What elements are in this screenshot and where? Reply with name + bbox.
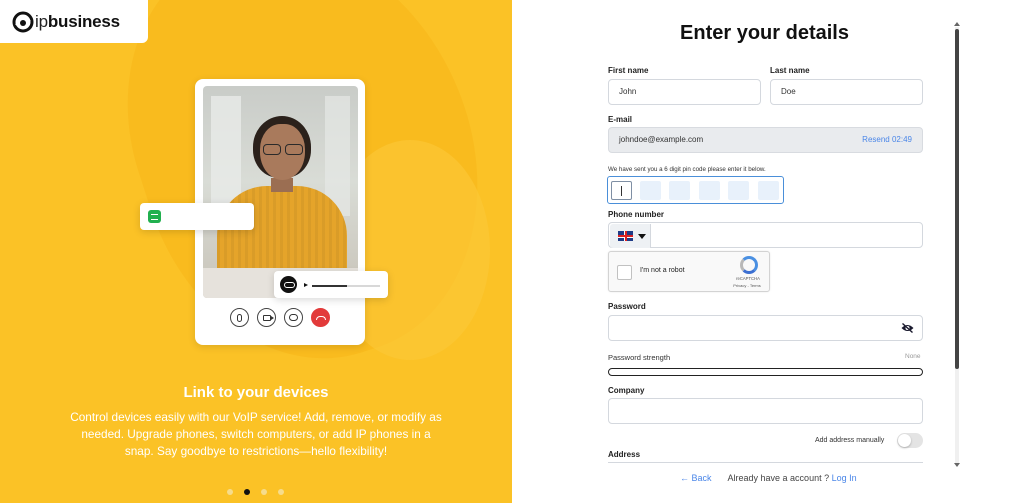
microphone-icon	[230, 308, 249, 327]
first-name-label: First name	[608, 66, 649, 75]
carousel-dot[interactable]	[227, 489, 233, 495]
carousel-dot[interactable]	[261, 489, 267, 495]
first-name-input[interactable]: John	[608, 79, 761, 105]
recaptcha-links[interactable]: Privacy - Terms	[729, 283, 765, 288]
logo-text: ipbusiness	[35, 11, 120, 31]
phone-label: Phone number	[608, 210, 665, 219]
scrollbar-thumb[interactable]	[955, 29, 959, 369]
brand-logo[interactable]: ipbusiness	[0, 0, 148, 43]
add-address-manually-label: Add address manually	[815, 437, 885, 444]
carousel-dot-active[interactable]	[244, 489, 250, 495]
pin-digit-6[interactable]	[758, 181, 779, 200]
carousel-description: Control devices easily with our VoIP ser…	[70, 410, 442, 458]
video-camera-icon	[257, 308, 276, 327]
company-input[interactable]	[608, 398, 923, 424]
scroll-down-icon[interactable]	[954, 463, 960, 467]
password-label: Password	[608, 302, 646, 311]
voicemail-icon	[280, 276, 297, 293]
password-strength-bar	[608, 368, 923, 376]
form-footer: ← Back Already have a account ? Log In	[680, 473, 857, 483]
uk-flag-icon	[618, 231, 633, 241]
back-link[interactable]: ← Back	[680, 473, 712, 483]
email-value: johndoe@example.com	[619, 135, 704, 144]
last-name-label: Last name	[770, 66, 810, 75]
email-field[interactable]: johndoe@example.com Resend 02:49	[608, 127, 923, 153]
logo-mark-icon	[12, 11, 34, 32]
carousel-dot[interactable]	[278, 489, 284, 495]
play-icon	[304, 283, 308, 287]
pin-instruction: We have sent you a 6 digit pin code plea…	[608, 166, 766, 173]
already-account-text: Already have a account ?	[727, 473, 830, 483]
last-name-input[interactable]: Doe	[770, 79, 923, 105]
pin-code-input[interactable]	[607, 176, 784, 204]
chat-bubble-icon	[284, 308, 303, 327]
add-address-manually-toggle[interactable]	[897, 433, 923, 448]
chevron-down-icon	[638, 234, 646, 239]
recaptcha-brand: reCAPTCHA	[736, 276, 760, 281]
company-label: Company	[608, 386, 645, 395]
country-code-dropdown[interactable]	[610, 224, 651, 248]
promo-panel: ipbusiness Link to your devices Control …	[0, 0, 512, 503]
recaptcha-icon	[740, 256, 758, 274]
call-controls	[230, 308, 330, 330]
scroll-up-icon[interactable]	[954, 22, 960, 26]
hang-up-icon	[311, 308, 330, 327]
voicemail-player	[274, 271, 388, 298]
recaptcha-label: I'm not a robot	[640, 267, 685, 274]
form-title: Enter your details	[680, 22, 849, 44]
password-strength-value: None	[905, 353, 921, 360]
eye-slash-icon[interactable]	[901, 323, 914, 333]
pin-digit-2[interactable]	[640, 181, 661, 200]
address-label: Address	[608, 450, 641, 459]
login-link[interactable]: Log In	[832, 473, 857, 483]
carousel-title: Link to your devices	[183, 384, 329, 401]
recaptcha-widget: I'm not a robot reCAPTCHA Privacy - Term…	[608, 251, 770, 292]
recaptcha-checkbox[interactable]	[617, 265, 632, 280]
resend-link[interactable]: Resend 02:49	[862, 128, 912, 152]
audio-progress	[312, 285, 380, 287]
carousel-dots	[227, 489, 284, 495]
pin-digit-4[interactable]	[699, 181, 720, 200]
signup-form-panel: Enter your details First name John Last …	[512, 0, 1024, 503]
phone-input[interactable]	[608, 222, 923, 248]
chat-notification	[140, 203, 254, 230]
password-strength-label: Password strength	[608, 353, 671, 362]
password-input[interactable]	[608, 315, 923, 341]
scrollbar[interactable]	[954, 22, 960, 467]
pin-digit-3[interactable]	[669, 181, 690, 200]
pin-digit-1[interactable]	[611, 181, 632, 200]
address-input[interactable]	[608, 462, 923, 463]
email-label: E-mail	[608, 115, 633, 124]
pin-digit-5[interactable]	[728, 181, 749, 200]
chat-icon	[148, 210, 161, 223]
caller-photo	[203, 86, 358, 298]
